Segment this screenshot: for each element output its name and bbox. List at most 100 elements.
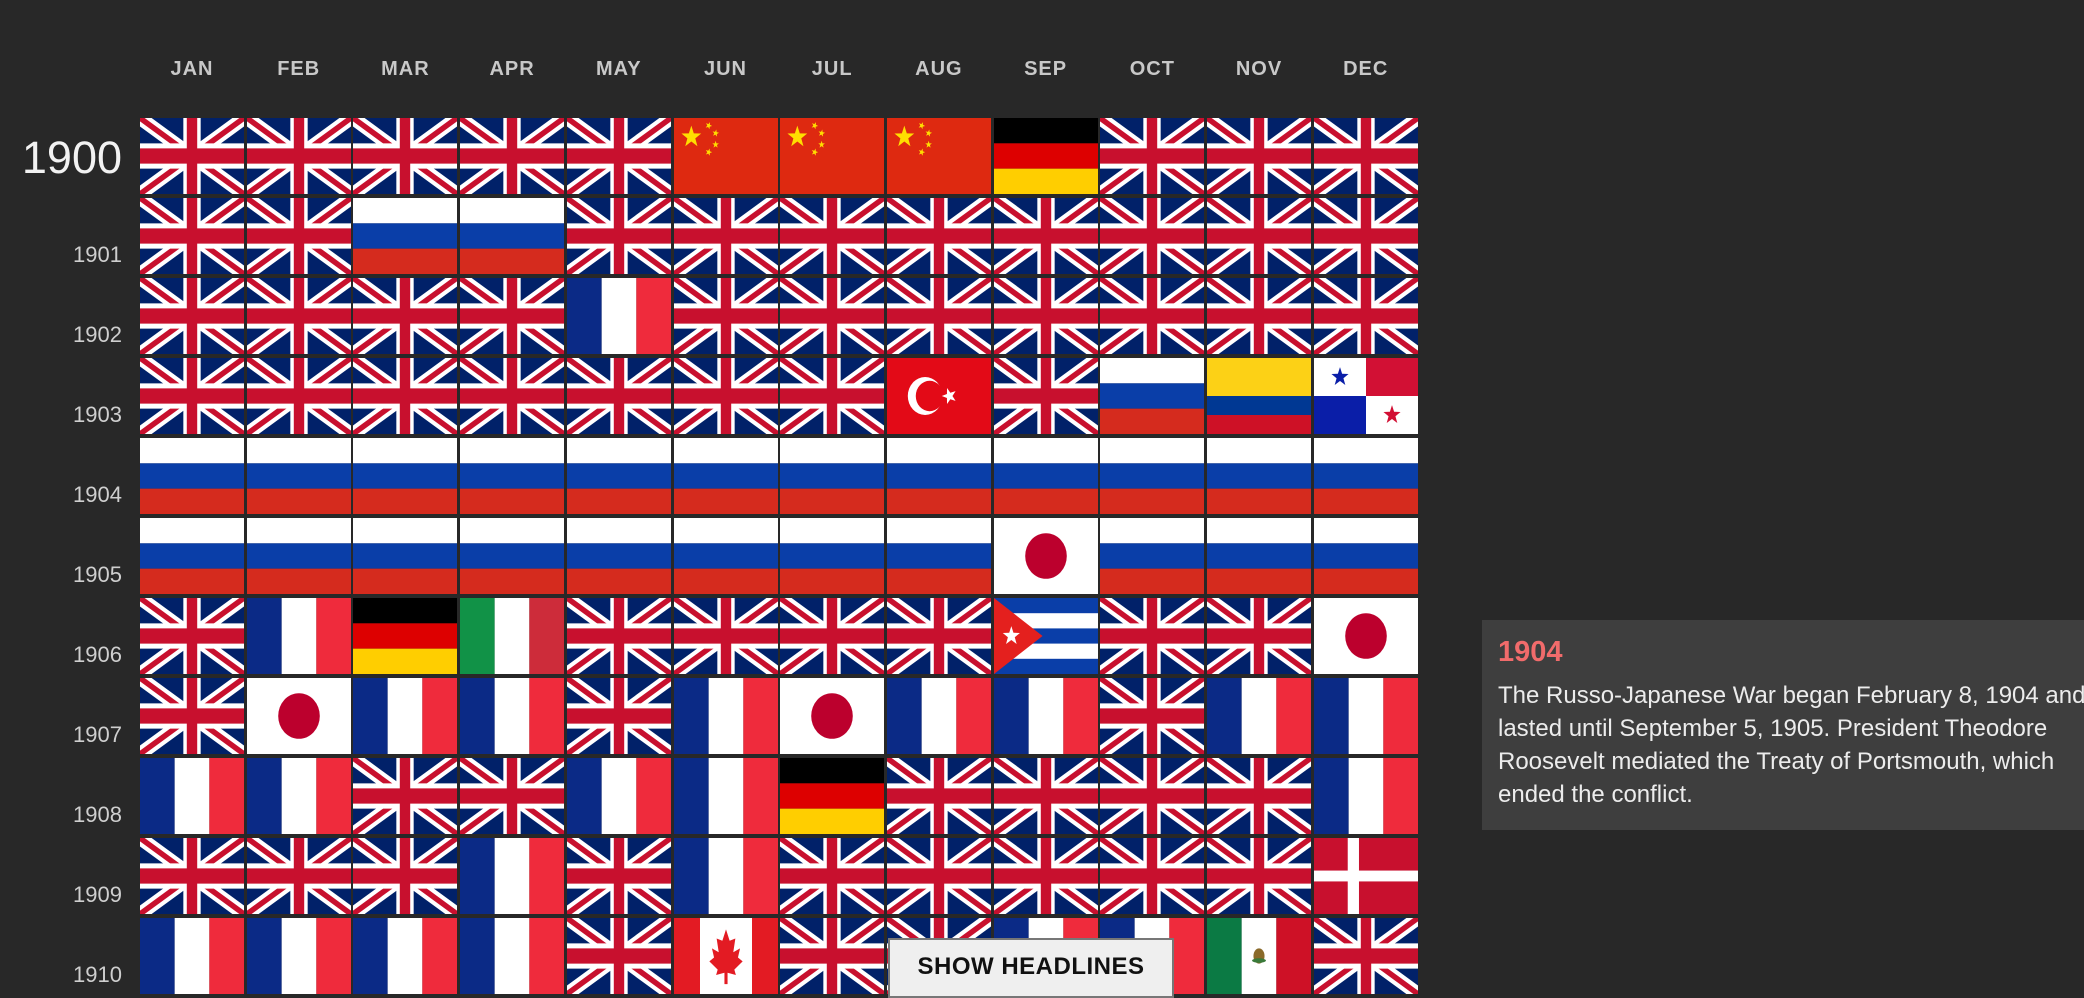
flag-cell-uk-flag-icon[interactable] — [140, 198, 244, 274]
flag-cell-germany-flag-icon[interactable] — [993, 118, 1098, 194]
flag-cell-uk-flag-icon[interactable] — [780, 278, 885, 354]
flag-cell-uk-flag-icon[interactable] — [993, 358, 1098, 434]
flag-cell-russia-flag-icon[interactable] — [460, 198, 565, 274]
flag-cell-uk-flag-icon[interactable] — [1313, 118, 1418, 194]
flag-cell-uk-flag-icon[interactable] — [246, 118, 351, 194]
flag-cell-uk-flag-icon[interactable] — [140, 278, 244, 354]
flag-cell-france-flag-icon[interactable] — [246, 918, 351, 994]
flag-cell-uk-flag-icon[interactable] — [246, 198, 351, 274]
flag-cell-uk-flag-icon[interactable] — [460, 118, 565, 194]
flag-cell-russia-flag-icon[interactable] — [246, 518, 351, 594]
flag-cell-uk-flag-icon[interactable] — [886, 758, 991, 834]
flag-cell-uk-flag-icon[interactable] — [673, 598, 778, 674]
flag-cell-russia-flag-icon[interactable] — [353, 198, 458, 274]
flag-cell-turkey-flag-icon[interactable] — [886, 358, 991, 434]
flag-cell-france-flag-icon[interactable] — [460, 678, 565, 754]
year-label-1908[interactable]: 1908 — [0, 802, 122, 828]
flag-cell-uk-flag-icon[interactable] — [246, 838, 351, 914]
flag-cell-japan-flag-icon[interactable] — [993, 518, 1098, 594]
flag-cell-uk-flag-icon[interactable] — [886, 598, 991, 674]
flag-cell-uk-flag-icon[interactable] — [1100, 678, 1205, 754]
flag-cell-france-flag-icon[interactable] — [566, 758, 671, 834]
flag-cell-russia-flag-icon[interactable] — [460, 438, 565, 514]
flag-cell-france-flag-icon[interactable] — [1313, 758, 1418, 834]
flag-cell-uk-flag-icon[interactable] — [566, 838, 671, 914]
flag-cell-russia-flag-icon[interactable] — [1100, 518, 1205, 594]
flag-cell-uk-flag-icon[interactable] — [1313, 198, 1418, 274]
flag-cell-uk-flag-icon[interactable] — [566, 358, 671, 434]
flag-cell-uk-flag-icon[interactable] — [1207, 118, 1311, 194]
flag-cell-russia-flag-icon[interactable] — [1313, 518, 1418, 594]
flag-cell-germany-flag-icon[interactable] — [353, 598, 458, 674]
flag-cell-uk-flag-icon[interactable] — [353, 278, 458, 354]
flag-cell-uk-flag-icon[interactable] — [1100, 598, 1205, 674]
flag-cell-uk-flag-icon[interactable] — [460, 278, 565, 354]
flag-cell-uk-flag-icon[interactable] — [1207, 758, 1311, 834]
show-headlines-button[interactable]: SHOW HEADLINES — [888, 938, 1174, 998]
flag-cell-uk-flag-icon[interactable] — [460, 758, 565, 834]
flag-cell-russia-flag-icon[interactable] — [1207, 518, 1311, 594]
flag-cell-russia-flag-icon[interactable] — [780, 518, 885, 594]
flag-cell-canada-flag-icon[interactable] — [673, 918, 778, 994]
flag-cell-france-flag-icon[interactable] — [140, 758, 244, 834]
flag-cell-uk-flag-icon[interactable] — [566, 198, 671, 274]
year-label-1903[interactable]: 1903 — [0, 402, 122, 428]
year-label-1907[interactable]: 1907 — [0, 722, 122, 748]
year-label-1904[interactable]: 1904 — [0, 482, 122, 508]
flag-cell-uk-flag-icon[interactable] — [780, 838, 885, 914]
flag-cell-denmark-flag-icon[interactable] — [1313, 838, 1418, 914]
flag-cell-uk-flag-icon[interactable] — [566, 678, 671, 754]
flag-cell-uk-flag-icon[interactable] — [673, 278, 778, 354]
flag-cell-uk-flag-icon[interactable] — [886, 278, 991, 354]
flag-cell-russia-flag-icon[interactable] — [886, 518, 991, 594]
flag-cell-japan-flag-icon[interactable] — [246, 678, 351, 754]
flag-cell-uk-flag-icon[interactable] — [1207, 838, 1311, 914]
year-label-1901[interactable]: 1901 — [0, 242, 122, 268]
flag-cell-france-flag-icon[interactable] — [673, 758, 778, 834]
flag-cell-colombia-flag-icon[interactable] — [1207, 358, 1311, 434]
flag-cell-uk-flag-icon[interactable] — [140, 598, 244, 674]
flag-cell-russia-flag-icon[interactable] — [1100, 358, 1205, 434]
year-label-1902[interactable]: 1902 — [0, 322, 122, 348]
flag-cell-france-flag-icon[interactable] — [673, 678, 778, 754]
flag-cell-panama-flag-icon[interactable] — [1313, 358, 1418, 434]
flag-cell-uk-flag-icon[interactable] — [1207, 278, 1311, 354]
flag-cell-uk-flag-icon[interactable] — [673, 198, 778, 274]
flag-cell-france-flag-icon[interactable] — [673, 838, 778, 914]
flag-cell-uk-flag-icon[interactable] — [993, 758, 1098, 834]
flag-cell-uk-flag-icon[interactable] — [780, 598, 885, 674]
flag-cell-uk-flag-icon[interactable] — [780, 918, 885, 994]
flag-cell-uk-flag-icon[interactable] — [780, 198, 885, 274]
flag-cell-uk-flag-icon[interactable] — [140, 358, 244, 434]
flag-cell-russia-flag-icon[interactable] — [566, 518, 671, 594]
flag-cell-france-flag-icon[interactable] — [993, 678, 1098, 754]
flag-cell-france-flag-icon[interactable] — [460, 918, 565, 994]
flag-cell-russia-flag-icon[interactable] — [140, 438, 244, 514]
flag-cell-uk-flag-icon[interactable] — [246, 278, 351, 354]
flag-cell-uk-flag-icon[interactable] — [1100, 198, 1205, 274]
flag-cell-uk-flag-icon[interactable] — [140, 678, 244, 754]
flag-cell-france-flag-icon[interactable] — [246, 598, 351, 674]
flag-cell-france-flag-icon[interactable] — [460, 838, 565, 914]
flag-cell-france-flag-icon[interactable] — [886, 678, 991, 754]
flag-cell-china-flag-icon[interactable] — [673, 118, 778, 194]
flag-cell-uk-flag-icon[interactable] — [460, 358, 565, 434]
flag-cell-uk-flag-icon[interactable] — [566, 918, 671, 994]
flag-cell-china-flag-icon[interactable] — [886, 118, 991, 194]
flag-cell-russia-flag-icon[interactable] — [1313, 438, 1418, 514]
flag-cell-uk-flag-icon[interactable] — [246, 358, 351, 434]
flag-cell-uk-flag-icon[interactable] — [993, 838, 1098, 914]
year-label-1909[interactable]: 1909 — [0, 882, 122, 908]
flag-cell-russia-flag-icon[interactable] — [993, 438, 1098, 514]
year-label-1910[interactable]: 1910 — [0, 962, 122, 988]
flag-cell-uk-flag-icon[interactable] — [566, 598, 671, 674]
flag-cell-uk-flag-icon[interactable] — [353, 838, 458, 914]
flag-cell-uk-flag-icon[interactable] — [993, 278, 1098, 354]
flag-cell-russia-flag-icon[interactable] — [140, 518, 244, 594]
flag-cell-russia-flag-icon[interactable] — [460, 518, 565, 594]
flag-cell-uk-flag-icon[interactable] — [1100, 278, 1205, 354]
year-label-1900[interactable]: 1900 — [0, 132, 122, 184]
flag-cell-germany-flag-icon[interactable] — [780, 758, 885, 834]
flag-cell-russia-flag-icon[interactable] — [886, 438, 991, 514]
flag-cell-uk-flag-icon[interactable] — [140, 838, 244, 914]
